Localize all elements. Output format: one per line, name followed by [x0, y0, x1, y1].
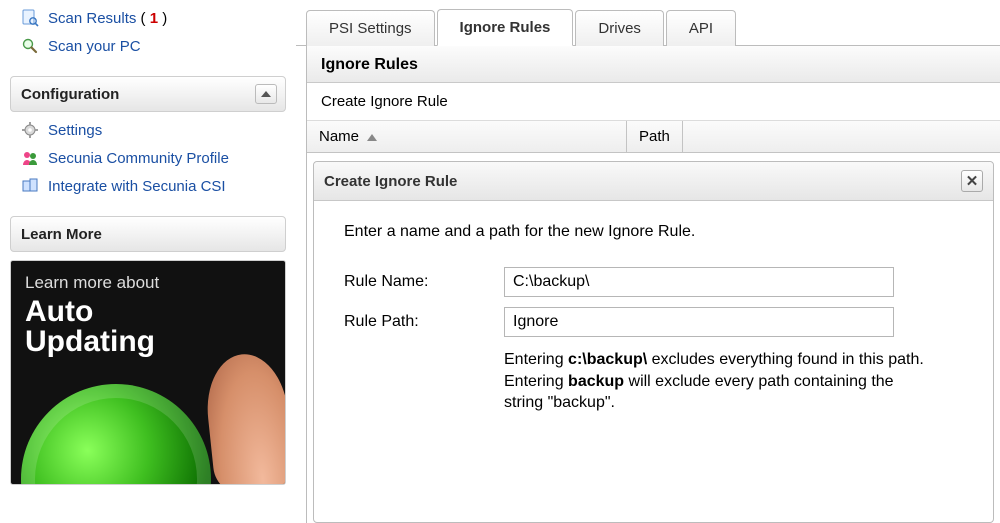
promo-line2: Auto	[25, 295, 271, 329]
sidebar-item-label: Settings	[48, 122, 102, 139]
rules-table-header: Name Path	[307, 121, 1000, 153]
magnifier-icon	[20, 36, 40, 56]
sidebar-item-scan-results[interactable]: Scan Results ( 1 )	[18, 4, 286, 32]
ignore-rules-panel: Ignore Rules Create Ignore Rule Name Pat…	[306, 46, 1000, 523]
promo-auto-updating[interactable]: Learn more about Auto Updating	[10, 260, 286, 485]
rule-path-row: Rule Path:	[344, 307, 963, 337]
panel-title: Ignore Rules	[307, 46, 1000, 83]
rule-path-label: Rule Path:	[344, 313, 504, 331]
sidebar-item-label: Secunia Community Profile	[48, 150, 229, 167]
chevron-up-icon	[261, 91, 271, 97]
tab-ignore-rules[interactable]: Ignore Rules	[437, 9, 574, 46]
sidebar-item-label: Scan Results	[48, 10, 136, 27]
dialog-close-button[interactable]: ✕	[961, 170, 983, 192]
sidebar-item-settings[interactable]: Settings	[18, 116, 286, 144]
sidebar: Scan Results ( 1 ) Scan your PC Configur…	[0, 0, 296, 523]
dialog-header: Create Ignore Rule ✕	[314, 162, 993, 201]
tab-drives[interactable]: Drives	[575, 10, 664, 46]
rule-path-input[interactable]	[504, 307, 894, 337]
dialog-intro: Enter a name and a path for the new Igno…	[344, 223, 963, 241]
rule-path-hint: Entering c:\backup\ excludes everything …	[504, 347, 934, 414]
section-title: Learn More	[21, 226, 102, 243]
dialog-container: Create Ignore Rule ✕ Enter a name and a …	[307, 153, 1000, 523]
create-rule-link[interactable]: Create Ignore Rule	[307, 83, 1000, 121]
column-name[interactable]: Name	[307, 121, 627, 152]
tab-psi-settings[interactable]: PSI Settings	[306, 10, 435, 46]
tab-api[interactable]: API	[666, 10, 736, 46]
scan-results-count: 1	[150, 10, 158, 27]
sidebar-item-label: Integrate with Secunia CSI	[48, 178, 226, 195]
sidebar-item-integrate-csi[interactable]: Integrate with Secunia CSI	[18, 172, 286, 200]
servers-icon	[20, 176, 40, 196]
rule-name-input[interactable]	[504, 267, 894, 297]
sidebar-item-label: Scan your PC	[48, 38, 141, 55]
sidebar-section-learn-more[interactable]: Learn More	[10, 216, 286, 252]
promo-line1: Learn more about	[25, 273, 271, 293]
sidebar-config-list: Settings Secunia Community Profile Integ…	[10, 112, 286, 210]
promo-line3: Updating	[25, 325, 271, 359]
sidebar-item-community[interactable]: Secunia Community Profile	[18, 144, 286, 172]
document-search-icon	[20, 8, 40, 28]
sort-asc-icon	[367, 134, 377, 141]
section-title: Configuration	[21, 86, 119, 103]
gear-icon	[20, 120, 40, 140]
collapse-button[interactable]	[255, 84, 277, 104]
dialog-title: Create Ignore Rule	[324, 173, 457, 190]
sidebar-top-list: Scan Results ( 1 ) Scan your PC	[10, 0, 286, 70]
sidebar-item-scan-pc[interactable]: Scan your PC	[18, 32, 286, 60]
promo-green-button-graphic	[21, 384, 211, 485]
sidebar-section-configuration[interactable]: Configuration	[10, 76, 286, 112]
promo-finger-graphic	[202, 350, 286, 485]
create-ignore-rule-dialog: Create Ignore Rule ✕ Enter a name and a …	[313, 161, 994, 523]
rule-name-label: Rule Name:	[344, 273, 504, 291]
close-icon: ✕	[966, 172, 979, 190]
people-icon	[20, 148, 40, 168]
dialog-body: Enter a name and a path for the new Igno…	[314, 201, 993, 436]
rule-name-row: Rule Name:	[344, 267, 963, 297]
column-path[interactable]: Path	[627, 121, 683, 152]
main-area: PSI Settings Ignore Rules Drives API Ign…	[296, 0, 1000, 523]
tab-bar: PSI Settings Ignore Rules Drives API	[296, 2, 1000, 46]
